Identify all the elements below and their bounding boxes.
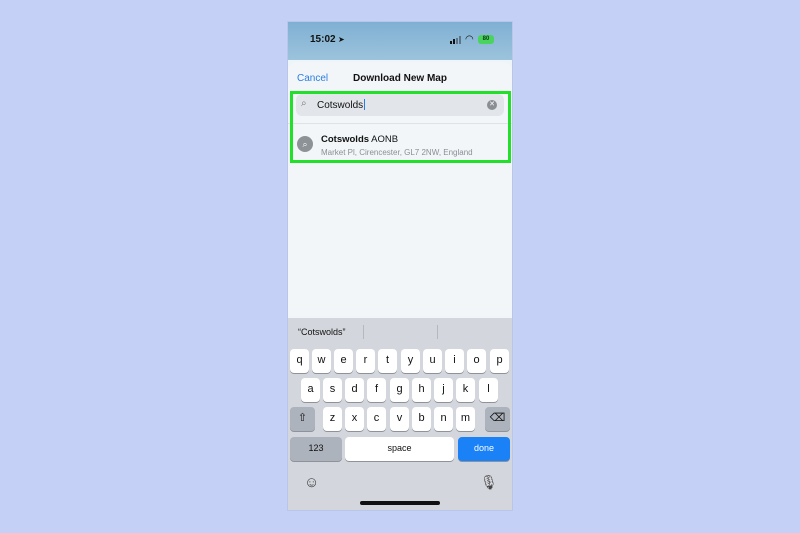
key[interactable]: z — [323, 407, 342, 431]
key[interactable]: e — [334, 349, 353, 373]
suggestion-bar: “Cotswolds” — [288, 318, 512, 346]
key[interactable]: c — [367, 407, 386, 431]
home-indicator — [360, 501, 440, 505]
wifi-icon: ◠ — [465, 34, 474, 45]
done-key[interactable]: done — [458, 437, 510, 461]
status-bar: 15:02 ➤ ◠ 80 — [288, 22, 512, 60]
cancel-button[interactable]: Cancel — [297, 73, 328, 84]
key[interactable]: d — [345, 378, 364, 402]
suggestion-divider — [363, 325, 364, 339]
key[interactable]: u — [423, 349, 442, 373]
key[interactable]: f — [367, 378, 386, 402]
key[interactable]: h — [412, 378, 431, 402]
key[interactable]: s — [323, 378, 342, 402]
delete-key[interactable]: ⌫ — [485, 407, 510, 431]
status-time: 15:02 — [310, 34, 336, 45]
shift-key[interactable]: ⇧ — [290, 407, 315, 431]
key[interactable]: t — [378, 349, 397, 373]
key[interactable]: r — [356, 349, 375, 373]
key[interactable]: p — [490, 349, 509, 373]
key[interactable]: j — [434, 378, 453, 402]
emoji-icon[interactable]: ☺ — [304, 474, 319, 491]
key[interactable]: l — [479, 378, 498, 402]
key[interactable]: i — [445, 349, 464, 373]
keyboard: “Cotswolds” q w e r t y u i o p a s d f … — [288, 318, 512, 510]
key[interactable]: a — [301, 378, 320, 402]
key[interactable]: b — [412, 407, 431, 431]
key[interactable]: w — [312, 349, 331, 373]
location-arrow-icon: ➤ — [338, 35, 345, 44]
space-key[interactable]: space — [345, 437, 454, 461]
key[interactable]: q — [290, 349, 309, 373]
key[interactable]: v — [390, 407, 409, 431]
key[interactable]: m — [456, 407, 475, 431]
cellular-signal-icon — [450, 36, 462, 44]
numbers-key[interactable]: 123 — [290, 437, 342, 461]
suggestion-divider — [437, 325, 438, 339]
key[interactable]: g — [390, 378, 409, 402]
key[interactable]: o — [467, 349, 486, 373]
key[interactable]: k — [456, 378, 475, 402]
microphone-icon[interactable]: 🎙 — [480, 474, 498, 491]
highlight-box — [290, 91, 511, 163]
battery-icon: 80 — [478, 35, 494, 44]
key[interactable]: x — [345, 407, 364, 431]
key[interactable]: y — [401, 349, 420, 373]
suggestion-item[interactable]: “Cotswolds” — [298, 327, 346, 337]
key[interactable]: n — [434, 407, 453, 431]
